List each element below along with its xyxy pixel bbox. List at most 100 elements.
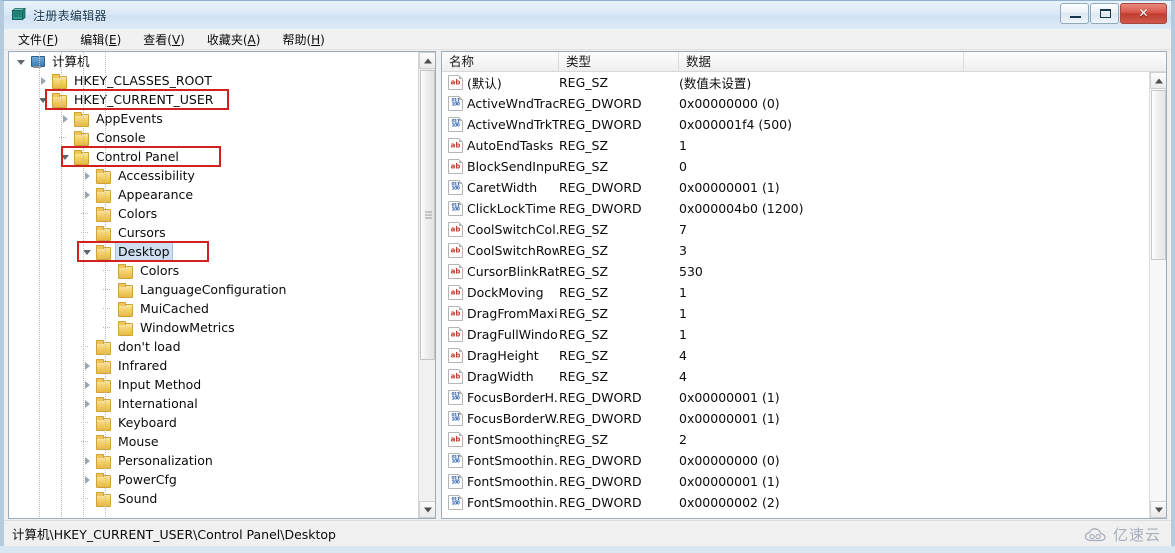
chevron-down-icon (423, 507, 432, 512)
registry-tree[interactable]: 计算机 HKEY_CLASSES_ROOT HKEY_CURRENT_USER App… (9, 52, 417, 518)
tree-item-console[interactable]: Console (9, 128, 417, 147)
value-row[interactable]: ab FontSmoothing REG_SZ 2 (442, 429, 1149, 450)
value-row[interactable]: ab CoolSwitchCol... REG_SZ 7 (442, 219, 1149, 240)
value-row[interactable]: 011100 ActiveWndTrac...REG_DWORD 0x0000000… (442, 93, 1149, 114)
tree-item-input-method[interactable]: Input Method (9, 375, 417, 394)
tree-item-appevents[interactable]: AppEvents (9, 109, 417, 128)
tree-item-muicached[interactable]: MuiCached (9, 299, 417, 318)
value-data-cell: 0x00000001 (1) (679, 411, 780, 426)
tree-scrollbar[interactable] (418, 52, 435, 518)
minimize-button[interactable] (1060, 2, 1089, 24)
value-name-text: BlockSendInpu... (467, 159, 559, 174)
column-header-data[interactable]: 数据 (679, 52, 964, 72)
tree-item-colors[interactable]: Colors (9, 261, 417, 280)
value-data-cell: 3 (679, 243, 687, 258)
registry-editor-window: 注册表编辑器 ✕ 文件(F) 编辑(E) 查看(V) 收藏夹(A) 帮助(H) … (0, 0, 1175, 546)
value-row[interactable]: 011 100 FocusBorderH... REG_DWORD 0x00000001… (442, 387, 1149, 408)
value-name-cell: ab FontSmoothing (442, 432, 559, 447)
value-row[interactable]: 011 100 CaretWidth REG_DWORD 0x00000001 (1) (442, 177, 1149, 198)
close-button[interactable]: ✕ (1120, 2, 1167, 24)
value-name-cell: ab DragFullWindo... (442, 327, 559, 342)
value-row[interactable]: 011 100 FocusBorderW... REG_DWORD 0x00000001… (442, 408, 1149, 429)
tree-item-windowmetrics[interactable]: WindowMetrics (9, 318, 417, 337)
tree-item-colors[interactable]: Colors (9, 204, 417, 223)
value-row[interactable]: ab DragHeight REG_SZ 4 (442, 345, 1149, 366)
tree-item-control-panel[interactable]: Control Panel (9, 147, 417, 166)
value-type-cell: REG_SZ (559, 285, 609, 300)
tree-item-hkey-current-user[interactable]: HKEY_CURRENT_USER (9, 90, 417, 109)
title-bar[interactable]: 注册表编辑器 ✕ (4, 1, 1171, 29)
tree-item-label: HKEY_CLASSES_ROOT (74, 73, 212, 88)
tree-item-label: Colors (118, 206, 158, 221)
tree-item-international[interactable]: International (9, 394, 417, 413)
column-header-name[interactable]: 名称 (442, 52, 559, 72)
values-list[interactable]: ab (默认) REG_SZ (数值未设置) 011100 ActiveWndTrac..… (442, 72, 1149, 518)
value-name-cell: ab (默认) (442, 73, 559, 92)
value-row[interactable]: ab DragFullWindo...REG_SZ 1 (442, 324, 1149, 345)
value-name-text: FocusBorderW... (467, 411, 559, 426)
tree-item-don-t-load[interactable]: don't load (9, 337, 417, 356)
tree-item-personalization[interactable]: Personalization (9, 451, 417, 470)
registry-values-pane[interactable]: 名称 类型 数据 ab (默认) REG_SZ (数值未设置) 011 100 Active… (441, 51, 1167, 519)
value-row[interactable]: ab BlockSendInpu...REG_SZ 0 (442, 156, 1149, 177)
menu-item-help[interactable]: 帮助(H) (278, 29, 334, 50)
tree-item-appearance[interactable]: Appearance (9, 185, 417, 204)
value-row[interactable]: 011 100 FontSmoothin... REG_DWORD 0x00000001… (442, 471, 1149, 492)
value-row[interactable]: ab (默认) REG_SZ (数值未设置) (442, 72, 1149, 93)
tree-item-cursors[interactable]: Cursors (9, 223, 417, 242)
chevron-up-icon (1154, 78, 1163, 83)
value-name-text: CoolSwitchRows (467, 243, 559, 258)
menu-item-edit[interactable]: 编辑(E) (76, 29, 131, 50)
value-row[interactable]: 011100 ActiveWndTrkT...REG_DWORD 0x000001f… (442, 114, 1149, 135)
tree-scroll-thumb[interactable] (420, 70, 435, 360)
value-name-text: ActiveWndTrkT... (467, 117, 559, 132)
value-row[interactable]: 011 100 FontSmoothin... REG_DWORD 0x00000000… (442, 450, 1149, 471)
value-name-text: (默认) (467, 76, 502, 91)
value-data-cell: 1 (679, 138, 687, 153)
value-type-cell: REG_DWORD (559, 474, 642, 489)
value-row[interactable]: ab CoolSwitchRows REG_SZ 3 (442, 240, 1149, 261)
value-type-cell: REG_SZ (559, 264, 609, 279)
value-name-cell: 011100 ActiveWndTrkT... (442, 117, 559, 132)
value-row[interactable]: ab DragWidth REG_SZ 4 (442, 366, 1149, 387)
values-scroll-up-button[interactable] (1150, 72, 1166, 89)
values-scroll-down-button[interactable] (1150, 501, 1166, 518)
maximize-button[interactable] (1090, 2, 1119, 24)
tree-item-[interactable]: 计算机 (9, 52, 417, 71)
registry-tree-pane[interactable]: 计算机 HKEY_CLASSES_ROOT HKEY_CURRENT_USER App… (8, 51, 436, 519)
folder-icon (117, 301, 133, 317)
tree-item-label: Keyboard (118, 415, 177, 430)
tree-item-infrared[interactable]: Infrared (9, 356, 417, 375)
dword-value-icon: 011 100 (448, 453, 463, 468)
collapse-triangle-icon[interactable] (15, 52, 29, 71)
tree-item-hkey-classes-root[interactable]: HKEY_CLASSES_ROOT (9, 71, 417, 90)
tree-item-powercfg[interactable]: PowerCfg (9, 470, 417, 489)
tree-item-accessibility[interactable]: Accessibility (9, 166, 417, 185)
tree-item-desktop[interactable]: Desktop (9, 241, 417, 262)
tree-item-label: don't load (118, 339, 181, 354)
folder-icon (117, 263, 133, 279)
menu-item-file[interactable]: 文件(F) (14, 29, 68, 50)
value-row[interactable]: ab DragFromMaxi...REG_SZ 1 (442, 303, 1149, 324)
value-row[interactable]: 011 100 ClickLockTime REG_DWORD 0x000004b0 (… (442, 198, 1149, 219)
tree-guide-line (61, 52, 62, 518)
value-row[interactable]: ab CursorBlinkRate REG_SZ 530 (442, 261, 1149, 282)
tree-scroll-down-button[interactable] (419, 501, 435, 518)
tree-item-keyboard[interactable]: Keyboard (9, 413, 417, 432)
menu-item-favorites[interactable]: 收藏夹(A) (203, 29, 271, 50)
status-path: 计算机\HKEY_CURRENT_USER\Control Panel\Desk… (12, 527, 336, 542)
values-scrollbar[interactable] (1149, 72, 1166, 518)
value-row[interactable]: ab DockMoving REG_SZ 1 (442, 282, 1149, 303)
menu-item-view[interactable]: 查看(V) (139, 29, 195, 50)
tree-scroll-up-button[interactable] (419, 52, 435, 69)
folder-icon (95, 415, 111, 431)
tree-item-mouse[interactable]: Mouse (9, 432, 417, 451)
tree-item-label: Accessibility (118, 168, 195, 183)
tree-item-sound[interactable]: Sound (9, 489, 417, 508)
value-row[interactable]: 011 100 FontSmoothin... REG_DWORD 0x00000002… (442, 492, 1149, 513)
tree-item-languageconfiguration[interactable]: LanguageConfiguration (9, 280, 417, 299)
column-header-type[interactable]: 类型 (559, 52, 679, 72)
value-row[interactable]: ab AutoEndTasks REG_SZ 1 (442, 135, 1149, 156)
values-scroll-thumb[interactable] (1151, 90, 1166, 260)
value-data-cell: 0x000004b0 (1200) (679, 201, 804, 216)
